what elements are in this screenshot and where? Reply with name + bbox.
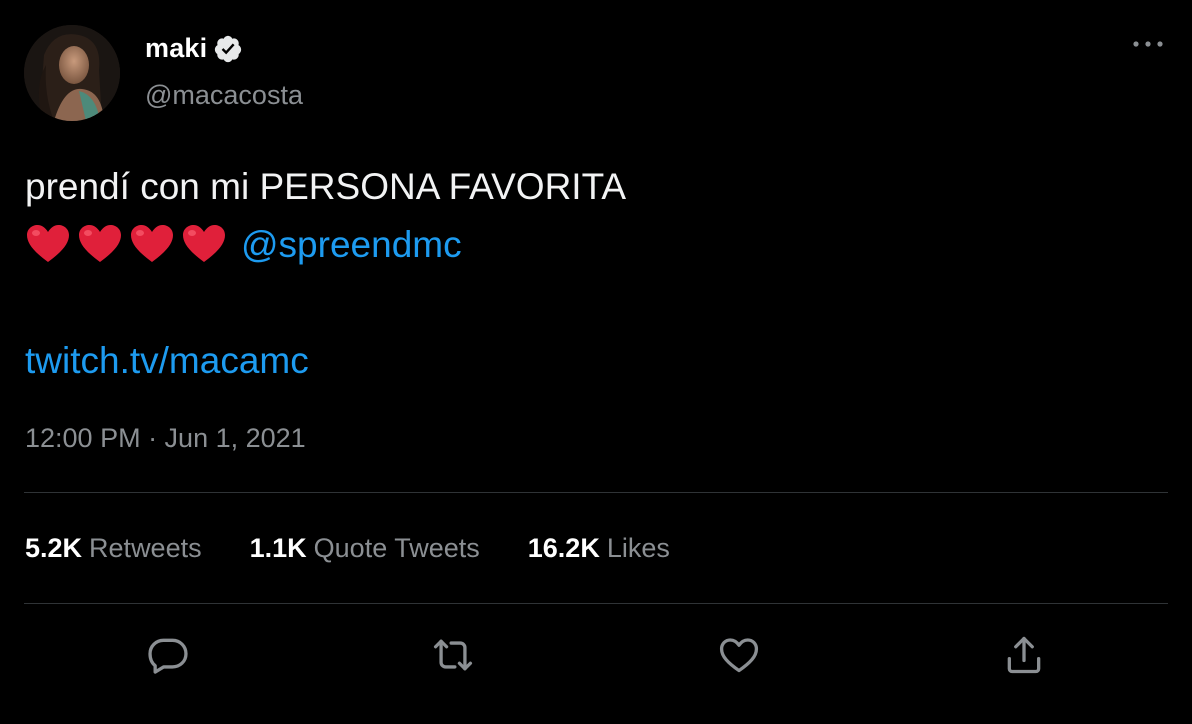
hearts-emoji (25, 224, 227, 264)
like-button[interactable] (709, 625, 769, 685)
red-heart-icon (183, 225, 225, 263)
retweets-count: 5.2K (25, 533, 83, 563)
avatar-image (24, 25, 120, 121)
tweet-text-line: prendí con mi PERSONA FAVORITA (25, 166, 627, 207)
retweets-stat[interactable]: 5.2K Retweets (25, 533, 202, 564)
quote-tweets-count: 1.1K (249, 533, 307, 563)
share-button[interactable] (994, 625, 1054, 685)
twitch-link[interactable]: twitch.tv/macamc (25, 340, 309, 381)
divider (24, 603, 1168, 604)
tweet-actions (0, 625, 1192, 685)
retweet-icon (433, 639, 473, 671)
author-handle[interactable]: @macacosta (145, 80, 303, 111)
tweet-timestamp[interactable]: 12:00 PM · Jun 1, 2021 (25, 423, 306, 454)
tweet-emoji-line: @spreendmc (25, 216, 626, 274)
red-heart-icon (79, 225, 121, 263)
retweets-label: Retweets (89, 533, 202, 563)
more-options-icon[interactable] (1130, 32, 1166, 56)
display-name[interactable]: maki (145, 33, 207, 64)
red-heart-icon (131, 225, 173, 263)
author-name-row[interactable]: maki (145, 33, 243, 64)
share-icon (1007, 636, 1041, 674)
reply-button[interactable] (138, 625, 198, 685)
likes-count: 16.2K (527, 533, 600, 563)
likes-label: Likes (606, 533, 670, 563)
reply-icon (148, 638, 188, 674)
divider (24, 492, 1168, 493)
quote-tweets-label: Quote Tweets (313, 533, 480, 563)
tweet-card: maki @macacosta prendí con mi PERSONA FA… (0, 0, 1192, 724)
red-heart-icon (27, 225, 69, 263)
likes-stat[interactable]: 16.2K Likes (528, 533, 670, 564)
avatar[interactable] (24, 25, 120, 121)
verified-badge-icon (213, 34, 243, 64)
mention-link[interactable]: @spreendmc (241, 224, 462, 265)
quote-tweets-stat[interactable]: 1.1K Quote Tweets (250, 533, 480, 564)
like-icon (719, 638, 759, 673)
tweet-stats: 5.2K Retweets 1.1K Quote Tweets 16.2K Li… (25, 533, 670, 564)
tweet-body: prendí con mi PERSONA FAVORITA @spreendm… (25, 158, 626, 390)
retweet-button[interactable] (423, 625, 483, 685)
tweet-link-line: twitch.tv/macamc (25, 332, 626, 390)
